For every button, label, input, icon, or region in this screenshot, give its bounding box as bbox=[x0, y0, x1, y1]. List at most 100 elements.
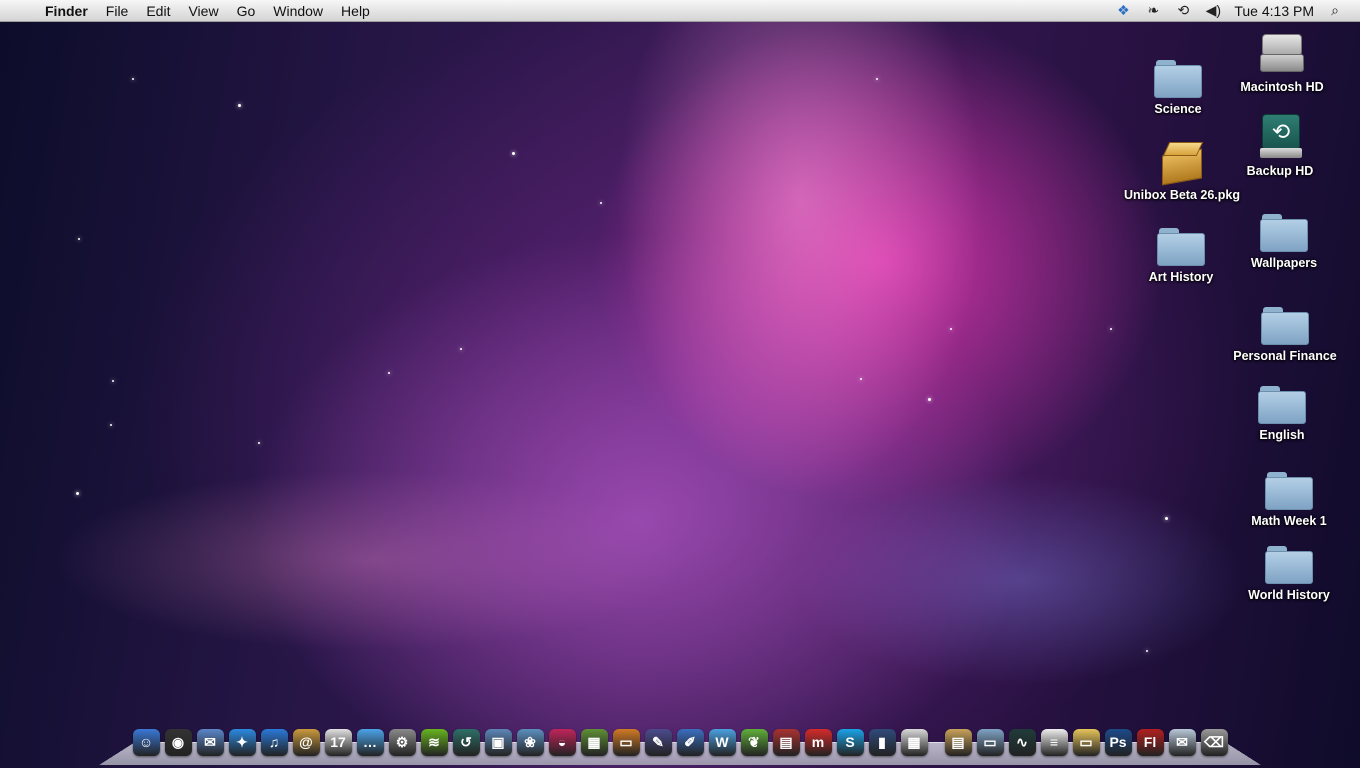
menu-bar: Finder File Edit View Go Window Help ❖ ❧… bbox=[0, 0, 1360, 22]
menu-help[interactable]: Help bbox=[332, 3, 379, 19]
paw-icon[interactable]: ❧ bbox=[1144, 2, 1162, 20]
desktop-icon-personal-finance[interactable]: Personal Finance bbox=[1215, 307, 1355, 363]
mendeley-glyph: m bbox=[804, 728, 832, 756]
desktop-icon-english[interactable]: English bbox=[1212, 386, 1352, 442]
itunes-icon[interactable]: ♫ bbox=[258, 727, 290, 757]
folder-icon bbox=[1258, 386, 1306, 424]
finder-icon[interactable]: ☺ bbox=[130, 727, 162, 757]
system-preferences-icon[interactable]: ⚙ bbox=[386, 727, 418, 757]
ical-glyph: 17 bbox=[324, 728, 352, 756]
dock-separator bbox=[930, 727, 942, 757]
time-machine-icon[interactable]: ⟲ bbox=[1174, 2, 1192, 20]
calculator-icon[interactable]: ▦ bbox=[898, 727, 930, 757]
address-book-glyph: @ bbox=[292, 728, 320, 756]
desktop-icon-science[interactable]: Science bbox=[1108, 60, 1248, 116]
trash-glyph: ⌫ bbox=[1200, 728, 1228, 756]
growl-icon[interactable]: ❦ bbox=[738, 727, 770, 757]
flash-glyph: Fl bbox=[1136, 728, 1164, 756]
clock[interactable]: Tue 4:13 PM bbox=[1234, 3, 1314, 19]
desktop-icon-world-history[interactable]: World History bbox=[1219, 546, 1359, 602]
documents-stack-icon[interactable]: ▤ bbox=[942, 727, 974, 757]
flash-icon[interactable]: Fl bbox=[1134, 727, 1166, 757]
desktop-icon-label: Math Week 1 bbox=[1251, 514, 1327, 528]
trash-icon[interactable]: ⌫ bbox=[1198, 727, 1230, 757]
activity-monitor-icon[interactable]: ∿ bbox=[1006, 727, 1038, 757]
address-book-icon[interactable]: @ bbox=[290, 727, 322, 757]
photoshop-glyph: Ps bbox=[1104, 728, 1132, 756]
menu-edit[interactable]: Edit bbox=[137, 3, 179, 19]
text-file-icon[interactable]: ≡ bbox=[1038, 727, 1070, 757]
mail-glyph: ✉ bbox=[196, 728, 224, 756]
folder-icon bbox=[1265, 472, 1313, 510]
safari-glyph: ✦ bbox=[228, 728, 256, 756]
ilife-icon[interactable]: ✐ bbox=[674, 727, 706, 757]
xcode-glyph: ✎ bbox=[644, 728, 672, 756]
xcode-icon[interactable]: ✎ bbox=[642, 727, 674, 757]
preview-icon[interactable]: ▣ bbox=[482, 727, 514, 757]
dashboard-glyph: ◉ bbox=[164, 728, 192, 756]
preview-glyph: ▣ bbox=[484, 728, 512, 756]
itunes-glyph: ♫ bbox=[260, 728, 288, 756]
ical-icon[interactable]: 17 bbox=[322, 727, 354, 757]
mail-stack-icon[interactable]: ✉ bbox=[1166, 727, 1198, 757]
mendeley-icon[interactable]: m bbox=[802, 727, 834, 757]
safari-icon[interactable]: ✦ bbox=[226, 727, 258, 757]
wallpaper-stars bbox=[0, 22, 1360, 768]
photo-browser-icon[interactable]: ▤ bbox=[770, 727, 802, 757]
text-file-glyph: ≡ bbox=[1040, 728, 1068, 756]
downloads-folder-glyph: ▭ bbox=[1072, 728, 1100, 756]
menu-file[interactable]: File bbox=[97, 3, 138, 19]
time-machine-icon[interactable]: ↺ bbox=[450, 727, 482, 757]
dashboard-icon[interactable]: ◉ bbox=[162, 727, 194, 757]
dictionary-glyph: ▮ bbox=[868, 728, 896, 756]
minecraft-glyph: ▦ bbox=[580, 728, 608, 756]
wunderlist-glyph: W bbox=[708, 728, 736, 756]
iphoto-glyph: ❀ bbox=[516, 728, 544, 756]
dropbox-icon[interactable]: ❖ bbox=[1114, 2, 1132, 20]
ilife-glyph: ✐ bbox=[676, 728, 704, 756]
messages-glyph: … bbox=[356, 728, 384, 756]
desktop-icon-art-history[interactable]: Art History bbox=[1111, 228, 1251, 284]
wunderlist-icon[interactable]: W bbox=[706, 727, 738, 757]
photoshop-icon[interactable]: Ps bbox=[1102, 727, 1134, 757]
keynote-glyph: ▭ bbox=[612, 728, 640, 756]
skype-icon[interactable]: S bbox=[834, 727, 866, 757]
spotify-glyph: ≋ bbox=[420, 728, 448, 756]
activity-monitor-glyph: ∿ bbox=[1008, 728, 1036, 756]
minecraft-icon[interactable]: ▦ bbox=[578, 727, 610, 757]
volume-icon[interactable]: ◀) bbox=[1204, 2, 1222, 20]
desktop-icon-label: Unibox Beta 26.pkg bbox=[1124, 188, 1240, 202]
applications-folder-glyph: ▭ bbox=[976, 728, 1004, 756]
photo-booth-icon[interactable]: ◒ bbox=[546, 727, 578, 757]
mail-icon[interactable]: ✉ bbox=[194, 727, 226, 757]
menu-view[interactable]: View bbox=[179, 3, 227, 19]
desktop-icon-label: Personal Finance bbox=[1233, 349, 1337, 363]
menu-go[interactable]: Go bbox=[228, 3, 265, 19]
time-machine-glyph: ↺ bbox=[452, 728, 480, 756]
desktop-icon-math-week-1[interactable]: Math Week 1 bbox=[1219, 472, 1359, 528]
menu-window[interactable]: Window bbox=[264, 3, 332, 19]
spotify-icon[interactable]: ≋ bbox=[418, 727, 450, 757]
keynote-icon[interactable]: ▭ bbox=[610, 727, 642, 757]
system-preferences-glyph: ⚙ bbox=[388, 728, 416, 756]
dock: ☺ ◉ ✉ ✦ ♫ @17… ⚙ ≋ ↺ ▣ ❀ ◒ ▦ ▭ ✎ ✐ W ❦ ▤ m S ▮ ▦ ▤ ▭ ∿ ≡ ▭ Ps Fl ✉ ⌫ bbox=[130, 725, 1230, 757]
applications-folder-icon[interactable]: ▭ bbox=[974, 727, 1006, 757]
dictionary-icon[interactable]: ▮ bbox=[866, 727, 898, 757]
messages-icon[interactable]: … bbox=[354, 727, 386, 757]
desktop-icon-unibox-pkg[interactable]: Unibox Beta 26.pkg bbox=[1112, 140, 1252, 202]
finder-glyph: ☺ bbox=[132, 728, 160, 756]
desktop-icon-label: Backup HD bbox=[1246, 164, 1314, 178]
folder-icon bbox=[1154, 60, 1202, 98]
downloads-folder-icon[interactable]: ▭ bbox=[1070, 727, 1102, 757]
growl-glyph: ❦ bbox=[740, 728, 768, 756]
folder-icon bbox=[1260, 214, 1308, 252]
folder-icon bbox=[1157, 228, 1205, 266]
desktop-icon-label: Macintosh HD bbox=[1240, 80, 1324, 94]
iphoto-icon[interactable]: ❀ bbox=[514, 727, 546, 757]
spotlight-search-icon[interactable]: ⌕ bbox=[1326, 2, 1344, 20]
photo-booth-glyph: ◒ bbox=[548, 728, 576, 756]
time-machine-drive-icon: ⟲ bbox=[1258, 114, 1302, 160]
menu-app-finder[interactable]: Finder bbox=[36, 3, 97, 19]
photo-browser-glyph: ▤ bbox=[772, 728, 800, 756]
folder-icon bbox=[1261, 307, 1309, 345]
